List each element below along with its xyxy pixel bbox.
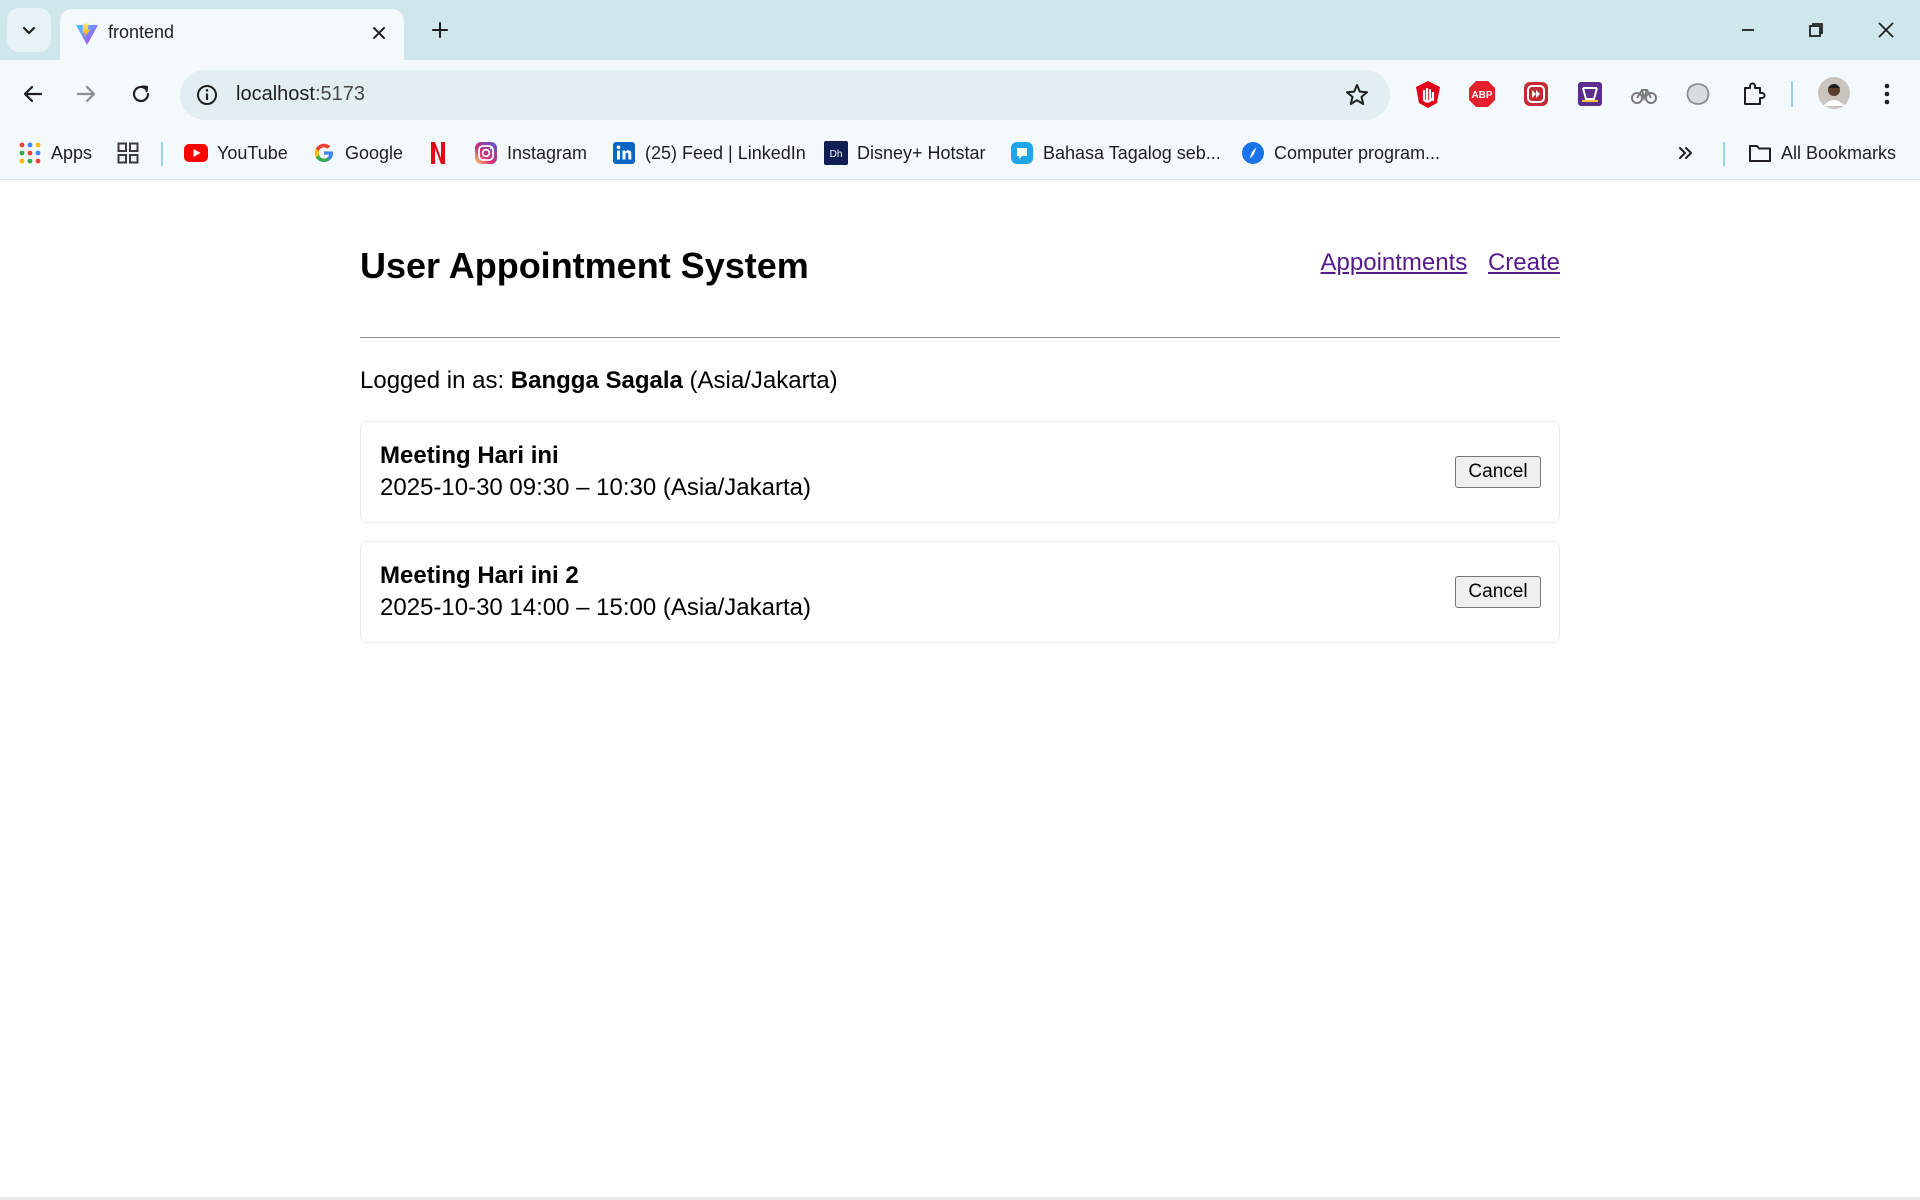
appointment-title: Meeting Hari ini 2	[380, 562, 579, 589]
vite-favicon-icon	[76, 23, 98, 45]
tab-title: frontend	[108, 22, 175, 42]
browser-menu-button[interactable]	[1870, 77, 1904, 111]
cancel-button[interactable]: Cancel	[1455, 456, 1541, 488]
all-bookmarks-button[interactable]: All Bookmarks	[1748, 138, 1896, 168]
google-icon	[312, 141, 336, 165]
appointment-title: Meeting Hari ini	[380, 442, 559, 469]
browser-toolbar: localhost:5173 ABP	[0, 60, 1920, 128]
bookmark-label: Google	[345, 142, 404, 163]
linkedin-icon	[612, 141, 636, 165]
url-text[interactable]: localhost:5173	[236, 83, 365, 106]
bookmark-label: Bahasa Tagalog seb...	[1043, 142, 1221, 163]
reload-icon	[132, 85, 150, 103]
page-viewport: User Appointment System Appointments Cre…	[0, 181, 1920, 1200]
bookmark-google[interactable]: Google	[312, 138, 403, 168]
user-name: Bangga Sagala	[510, 367, 683, 394]
app-header: User Appointment System Appointments Cre…	[360, 245, 1560, 295]
bookmark-hotstar[interactable]: Dh Disney+ Hotstar	[824, 138, 986, 168]
bookmark-apps[interactable]: Apps	[18, 138, 92, 168]
puzzle-blob-extension-icon[interactable]	[1681, 77, 1715, 111]
restore-icon	[1809, 23, 1823, 37]
window-close-button[interactable]	[1866, 12, 1906, 48]
site-info-icon[interactable]	[194, 82, 220, 108]
page-title: User Appointment System	[360, 245, 809, 286]
bookmarks-overflow-button[interactable]	[1676, 138, 1696, 168]
chat-icon	[1010, 141, 1034, 165]
bookmark-label: Disney+ Hotstar	[857, 142, 986, 163]
bookmarks-separator	[161, 142, 163, 166]
bookmark-linkedin[interactable]: (25) Feed | LinkedIn	[612, 138, 806, 168]
cycling-extension-icon[interactable]	[1627, 77, 1661, 111]
appointment-time: 2025-10-30 09:30 – 10:30 (Asia/Jakarta)	[380, 474, 811, 501]
close-icon	[1878, 22, 1894, 38]
bookmark-computer-program[interactable]: Computer program...	[1241, 138, 1440, 168]
profile-avatar[interactable]	[1816, 75, 1852, 111]
bookmarks-separator	[1723, 142, 1725, 166]
minimize-icon	[1742, 29, 1754, 31]
grid-icon	[116, 141, 140, 165]
logged-in-prefix: Logged in as:	[360, 367, 505, 394]
logged-in-status: Logged in as: Bangga Sagala (Asia/Jakart…	[360, 367, 838, 395]
arrow-left-icon	[23, 85, 43, 103]
appointment-card: Meeting Hari ini 2025-10-30 09:30 – 10:3…	[360, 421, 1560, 523]
tab-search-button[interactable]	[7, 8, 51, 52]
minimize-button[interactable]	[1728, 12, 1768, 48]
top-nav: Appointments Create	[1307, 249, 1560, 277]
bookmarks-bar: Apps YouTube Google Instagram (25) Feed …	[0, 128, 1920, 180]
tab-strip: frontend	[0, 0, 1920, 60]
bookmark-label: YouTube	[217, 142, 288, 163]
back-button[interactable]	[13, 74, 53, 114]
bookmark-label: Apps	[51, 142, 93, 163]
bookmark-label: (25) Feed | LinkedIn	[645, 142, 806, 163]
restore-button[interactable]	[1796, 12, 1836, 48]
appointment-time: 2025-10-30 14:00 – 15:00 (Asia/Jakarta)	[380, 594, 811, 621]
svg-text:ABP: ABP	[1471, 90, 1492, 101]
extensions-puzzle-icon[interactable]	[1737, 77, 1771, 111]
browser-tab-active[interactable]: frontend	[60, 9, 404, 60]
purple-extension-icon[interactable]	[1573, 77, 1607, 111]
hotstar-icon: Dh	[824, 141, 848, 165]
chevron-down-icon	[22, 26, 36, 35]
more-vertical-icon	[1884, 83, 1890, 105]
compass-icon	[1241, 141, 1265, 165]
new-tab-button[interactable]	[424, 14, 456, 46]
skip-extension-icon[interactable]	[1519, 77, 1553, 111]
bookmark-label: Computer program...	[1274, 142, 1441, 163]
address-bar[interactable]: localhost:5173	[180, 70, 1390, 120]
plus-icon	[432, 22, 448, 38]
double-chevron-right-icon	[1679, 147, 1692, 159]
apps-grid-icon	[18, 141, 42, 165]
bookmark-bahasa-tagalog[interactable]: Bahasa Tagalog seb...	[1010, 138, 1221, 168]
adblock-plus-extension-icon[interactable]: ABP	[1465, 77, 1499, 111]
bookmark-instagram[interactable]: Instagram	[474, 138, 587, 168]
cancel-button[interactable]: Cancel	[1455, 576, 1541, 608]
toolbar-separator	[1791, 81, 1793, 107]
instagram-icon	[474, 141, 498, 165]
folder-icon	[1748, 141, 1772, 165]
appointment-card: Meeting Hari ini 2 2025-10-30 14:00 – 15…	[360, 541, 1560, 643]
arrow-right-icon	[76, 85, 96, 103]
tab-close-button[interactable]	[366, 20, 392, 46]
ublock-extension-icon[interactable]	[1411, 77, 1445, 111]
nav-link-create[interactable]: Create	[1488, 249, 1560, 276]
bookmark-label: Instagram	[507, 142, 588, 163]
svg-text:Dh: Dh	[830, 149, 843, 160]
bookmark-youtube[interactable]: YouTube	[184, 138, 288, 168]
reload-button[interactable]	[121, 74, 161, 114]
user-timezone: (Asia/Jakarta)	[689, 367, 838, 394]
close-icon	[373, 27, 385, 39]
header-divider	[360, 337, 1560, 338]
bookmark-star-icon[interactable]	[1344, 82, 1370, 108]
tab-groups-button[interactable]	[116, 138, 149, 168]
nav-link-appointments[interactable]: Appointments	[1321, 249, 1468, 276]
netflix-icon	[426, 141, 450, 165]
youtube-icon	[184, 141, 208, 165]
forward-button[interactable]	[66, 74, 106, 114]
all-bookmarks-label: All Bookmarks	[1781, 142, 1897, 163]
bookmark-netflix[interactable]	[426, 138, 459, 168]
